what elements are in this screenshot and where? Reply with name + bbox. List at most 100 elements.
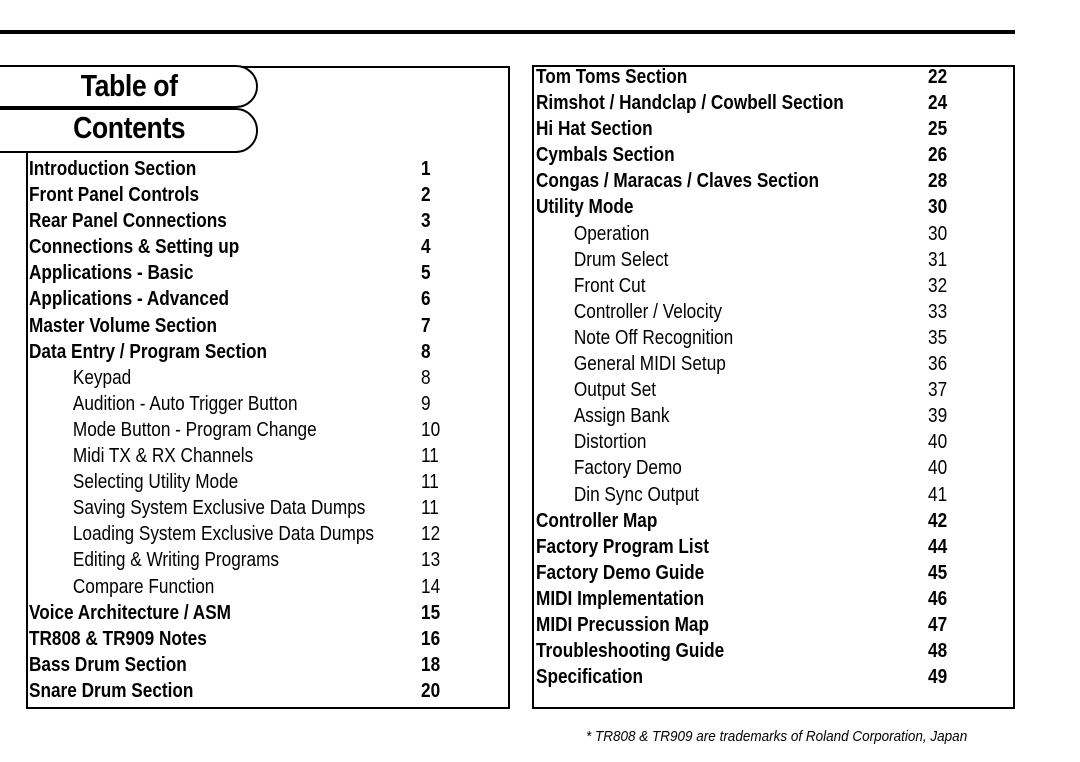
toc-entry-page-number: 15 (421, 601, 441, 624)
toc-entry-title: Troubleshooting Guide (536, 640, 725, 663)
toc-entry[interactable]: TR808 & TR909 Notes 16 (29, 626, 489, 652)
toc-entry[interactable]: Rimshot / Handclap / Cowbell Section 24 (536, 90, 996, 116)
toc-entry-title: Drum Select (573, 248, 669, 271)
toc-entry-page-number: 32 (928, 274, 948, 297)
toc-entry[interactable]: Specification 49 (536, 664, 996, 690)
toc-entry-page-number: 39 (928, 405, 948, 428)
toc-subentry[interactable]: Loading System Exclusive Data Dumps 12 (29, 521, 489, 547)
toc-entry-page-number: 8 (421, 340, 431, 363)
toc-entry[interactable]: Front Panel Controls 2 (29, 182, 489, 208)
toc-subentry[interactable]: Audition - Auto Trigger Button 9 (29, 391, 489, 417)
toc-entry-page-number: 11 (421, 497, 439, 520)
toc-entry[interactable]: Congas / Maracas / Claves Section 28 (536, 168, 996, 194)
toc-entry[interactable]: Controller Map 42 (536, 508, 996, 534)
toc-entry-page-number: 18 (421, 653, 441, 676)
toc-subentry[interactable]: Assign Bank 39 (536, 403, 996, 429)
toc-entry-title: Distortion (573, 431, 647, 454)
toc-entry-title: Rear Panel Connections (29, 210, 227, 233)
toc-entry-title: Introduction Section (29, 158, 197, 180)
toc-entry[interactable]: MIDI Implementation 46 (536, 586, 996, 612)
toc-entry-title: Din Sync Output (573, 483, 700, 506)
toc-entry[interactable]: Master Volume Section 7 (29, 313, 489, 339)
toc-entry-title: Assign Bank (573, 405, 670, 428)
toc-entry-page-number: 45 (928, 561, 948, 584)
toc-subentry[interactable]: Output Set 37 (536, 377, 996, 403)
toc-entry-page-number: 41 (928, 483, 948, 506)
toc-entry-page-number: 14 (421, 575, 441, 598)
toc-entry-page-number: 12 (421, 523, 441, 546)
toc-entry[interactable]: Introduction Section 1 (29, 156, 489, 182)
toc-entry-page-number: 26 (928, 144, 948, 167)
toc-entry-page-number: 46 (928, 587, 948, 610)
toc-entry[interactable]: Voice Architecture / ASM 15 (29, 600, 489, 626)
toc-entry-page-number: 11 (421, 445, 439, 468)
toc-entry[interactable]: Data Entry / Program Section 8 (29, 339, 489, 365)
toc-entry-title: Hi Hat Section (536, 118, 653, 141)
toc-entry-title: Tom Toms Section (536, 66, 688, 88)
toc-subentry[interactable]: Keypad 8 (29, 365, 489, 391)
toc-subentry[interactable]: Operation 30 (536, 221, 996, 247)
toc-subentry[interactable]: Factory Demo 40 (536, 455, 996, 481)
toc-entry-page-number: 40 (928, 431, 948, 454)
toc-entry-page-number: 7 (421, 314, 431, 337)
toc-entry-page-number: 40 (928, 457, 948, 480)
toc-entry-page-number: 25 (928, 118, 948, 141)
toc-entry[interactable]: Hi Hat Section 25 (536, 116, 996, 142)
toc-list-right: Tom Toms Section 22 Rimshot / Handclap / C… (536, 64, 996, 690)
toc-entry-page-number: 44 (928, 535, 948, 558)
toc-entry-page-number: 33 (928, 300, 948, 323)
toc-entry[interactable]: Applications - Basic 5 (29, 260, 489, 286)
toc-entry[interactable]: MIDI Precussion Map 47 (536, 612, 996, 638)
toc-subentry[interactable]: Saving System Exclusive Data Dumps 11 (29, 495, 489, 521)
header-rule (0, 30, 1015, 34)
toc-entry-page-number: 48 (928, 640, 948, 663)
toc-entry-title: Compare Function (72, 575, 215, 598)
toc-subentry[interactable]: Selecting Utility Mode 11 (29, 469, 489, 495)
toc-subentry[interactable]: Editing & Writing Programs 13 (29, 547, 489, 573)
toc-entry-page-number: 4 (421, 236, 431, 259)
toc-subentry[interactable]: Front Cut 32 (536, 273, 996, 299)
toc-subentry[interactable]: Din Sync Output 41 (536, 482, 996, 508)
toc-subentry[interactable]: General MIDI Setup 36 (536, 351, 996, 377)
toc-entry[interactable]: Factory Demo Guide 45 (536, 560, 996, 586)
toc-subentry[interactable]: Compare Function 14 (29, 574, 489, 600)
toc-entry-page-number: 13 (421, 549, 441, 572)
toc-entry-title: Midi TX & RX Channels (72, 445, 254, 468)
toc-entry-page-number: 20 (421, 679, 441, 702)
toc-entry[interactable]: Rear Panel Connections 3 (29, 208, 489, 234)
toc-entry-title: Mode Button - Program Change (72, 418, 317, 441)
toc-entry-title: Factory Demo Guide (536, 561, 705, 584)
toc-entry[interactable]: Utility Mode 30 (536, 194, 996, 220)
toc-entry[interactable]: Factory Program List 44 (536, 534, 996, 560)
toc-entry-page-number: 31 (928, 248, 948, 271)
toc-entry-page-number: 9 (421, 392, 431, 415)
toc-entry[interactable]: Troubleshooting Guide 48 (536, 638, 996, 664)
toc-entry-page-number: 28 (928, 170, 948, 193)
toc-entry-title: Output Set (573, 379, 657, 402)
toc-entry[interactable]: Cymbals Section 26 (536, 142, 996, 168)
toc-entry[interactable]: Connections & Setting up 4 (29, 234, 489, 260)
toc-entry[interactable]: Snare Drum Section 20 (29, 678, 489, 704)
toc-entry[interactable]: Bass Drum Section 18 (29, 652, 489, 678)
toc-subentry[interactable]: Note Off Recognition 35 (536, 325, 996, 351)
toc-subentry[interactable]: Distortion 40 (536, 429, 996, 455)
toc-entry-title: Keypad (72, 366, 132, 389)
toc-entry[interactable]: Applications - Advanced 6 (29, 286, 489, 312)
toc-entry-page-number: 5 (421, 262, 431, 285)
toc-entry[interactable]: Tom Toms Section 22 (536, 64, 996, 90)
toc-entry-title: MIDI Precussion Map (536, 613, 709, 636)
toc-entry-page-number: 16 (421, 627, 441, 650)
toc-subentry[interactable]: Midi TX & RX Channels 11 (29, 443, 489, 469)
toc-entry-title: Audition - Auto Trigger Button (72, 392, 298, 415)
trademark-footnote: * TR808 & TR909 are trademarks of Roland… (586, 728, 968, 745)
toc-entry-page-number: 37 (928, 379, 948, 402)
toc-entry-title: Rimshot / Handclap / Cowbell Section (536, 92, 844, 115)
toc-entry-page-number: 22 (928, 66, 948, 88)
toc-entry-page-number: 35 (928, 326, 948, 349)
toc-entry-title: Data Entry / Program Section (29, 340, 268, 363)
toc-subentry[interactable]: Controller / Velocity 33 (536, 299, 996, 325)
toc-subentry[interactable]: Drum Select 31 (536, 247, 996, 273)
toc-subentry[interactable]: Mode Button - Program Change 10 (29, 417, 489, 443)
toc-entry-page-number: 42 (928, 509, 948, 532)
toc-entry-page-number: 30 (928, 222, 948, 245)
